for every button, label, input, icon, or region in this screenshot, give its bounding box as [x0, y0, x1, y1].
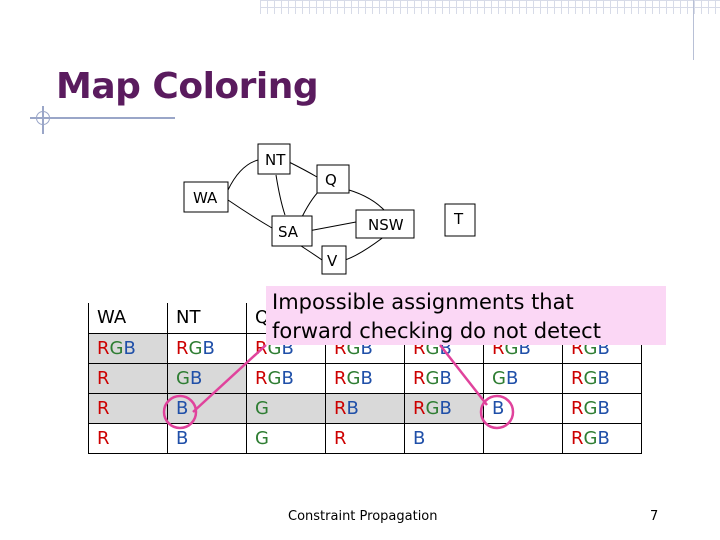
- node-t: T: [453, 210, 464, 228]
- domain-cell: RGB: [404, 392, 484, 424]
- table-row: R GB RGB RGB RGB GB RGB: [88, 362, 642, 394]
- domain-cell: RGB: [562, 422, 642, 454]
- footer-text: Constraint Propagation: [288, 509, 438, 524]
- constraint-graph: NT Q WA NSW T SA V: [183, 143, 476, 275]
- domain-cell: RGB: [167, 332, 247, 364]
- domain-cell: GB: [167, 362, 247, 394]
- domain-cell: R: [325, 422, 405, 454]
- domain-cell: RGB: [562, 392, 642, 424]
- domain-cell: G: [246, 392, 326, 424]
- edge-nsw-v: [344, 235, 386, 261]
- edge-wa-sa: [227, 199, 273, 229]
- domain-cell: [483, 422, 563, 454]
- table-row: R B G R B RGB: [88, 422, 642, 454]
- edge-nt-q: [288, 161, 318, 178]
- domain-cell: RGB: [88, 332, 168, 364]
- node-v: V: [327, 252, 338, 270]
- domain-cell: RGB: [404, 362, 484, 394]
- domain-cell: B: [483, 392, 563, 424]
- domain-cell: RGB: [325, 362, 405, 394]
- domain-cell: RGB: [562, 362, 642, 394]
- node-nsw: NSW: [368, 216, 404, 234]
- node-wa: WA: [193, 189, 218, 207]
- header-cell: NT: [167, 303, 247, 334]
- node-sa: SA: [278, 223, 299, 241]
- edge-nt-sa: [275, 174, 286, 216]
- domain-cell: B: [167, 392, 247, 424]
- domain-cell: B: [167, 422, 247, 454]
- domain-cell: RGB: [246, 362, 326, 394]
- table-row: R B G RB RGB B RGB: [88, 392, 642, 424]
- node-q: Q: [325, 171, 337, 189]
- domain-cell: G: [246, 422, 326, 454]
- node-nt: NT: [265, 151, 286, 169]
- domain-cell: R: [88, 422, 168, 454]
- edge-wa-nt: [227, 159, 259, 191]
- domain-cell: R: [88, 392, 168, 424]
- callout-box: Impossible assignments that forward chec…: [266, 286, 666, 345]
- domain-cell: R: [88, 362, 168, 394]
- domain-cell: GB: [483, 362, 563, 394]
- header-cell: WA: [88, 303, 168, 334]
- domain-cell: RB: [325, 392, 405, 424]
- domain-cell: B: [404, 422, 484, 454]
- page-number: 7: [650, 509, 659, 524]
